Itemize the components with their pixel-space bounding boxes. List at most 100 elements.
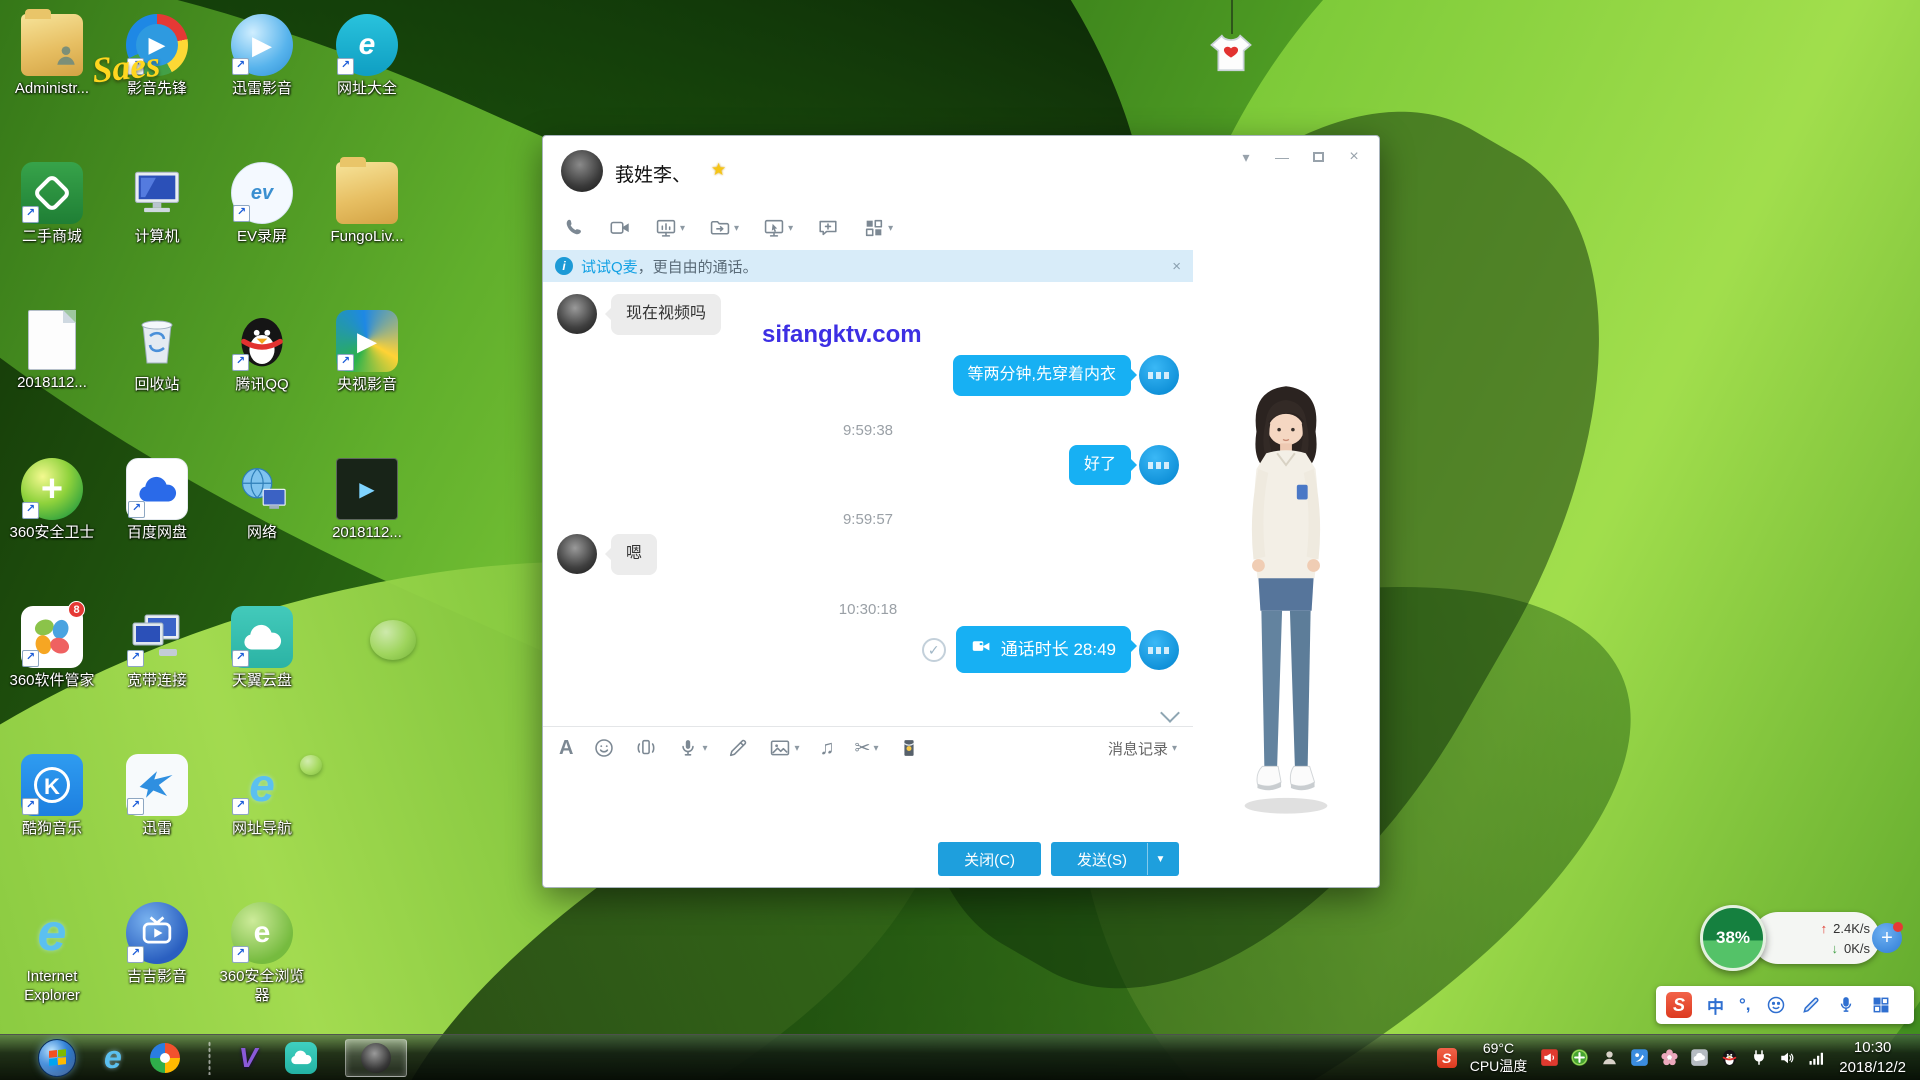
close-button[interactable]: 关闭(C)	[938, 842, 1041, 876]
desktop-icon-ershou-shangcheng[interactable]: 二手商城	[2, 162, 102, 247]
taskbar-active-chat-button[interactable]	[345, 1039, 407, 1077]
shake-icon[interactable]	[635, 737, 657, 759]
taskbar-clock[interactable]: 10:30 2018/12/2	[1839, 1038, 1910, 1077]
cpu-temp-label: CPU温度	[1470, 1058, 1528, 1076]
net-monitor-widget: ↑2.4K/s ↓0K/s 38% +	[1700, 905, 1900, 975]
invite-plus-icon[interactable]	[817, 217, 839, 239]
memory-ball[interactable]: 38%	[1700, 905, 1766, 971]
desktop-icon-label: 网络	[212, 524, 312, 543]
self-avatar[interactable]	[1139, 445, 1179, 485]
gray-cloud-icon[interactable]	[1690, 1048, 1709, 1067]
red-megaphone-icon[interactable]	[1540, 1048, 1559, 1067]
scroll-to-bottom-icon[interactable]	[1160, 703, 1180, 723]
peer-avatar[interactable]	[557, 294, 597, 334]
music-icon[interactable]: ♫	[820, 737, 835, 760]
desktop-icon-label: 百度网盘	[107, 524, 207, 543]
pink-flower-icon[interactable]	[1660, 1048, 1679, 1067]
shirt-string	[1231, 0, 1233, 34]
minimize-button[interactable]: —	[1267, 146, 1297, 168]
send-options-icon[interactable]: ▼	[1147, 843, 1173, 875]
screenshot-icon[interactable]: ✂▾	[855, 737, 879, 760]
desktop-icon-fungoliv[interactable]: FungoLiv...	[317, 162, 417, 247]
ime-pencil-icon[interactable]	[1801, 995, 1821, 1015]
ime-toolbox-icon[interactable]	[1871, 995, 1891, 1015]
desktop-icon-anquan-weishi[interactable]: +360安全卫士	[2, 458, 102, 543]
taskbar-sogou-browser-icon[interactable]	[150, 1043, 180, 1073]
power-plug-icon[interactable]	[1750, 1049, 1768, 1067]
tray-icons	[1540, 1048, 1826, 1067]
self-avatar[interactable]	[1139, 630, 1179, 670]
send-button[interactable]: 发送(S) ▼	[1051, 842, 1179, 876]
send-file-icon[interactable]: ▾	[709, 217, 739, 239]
font-icon[interactable]: A	[559, 737, 573, 760]
desktop-icon-wangluo[interactable]: 网络	[212, 458, 312, 543]
upload-arrow-icon: ↑	[1821, 921, 1828, 936]
desktop-icon-anquan-liulanqi[interactable]: e360安全浏览器	[212, 902, 312, 1006]
ime-mic-icon[interactable]	[1836, 995, 1856, 1015]
desktop-icon-tengxun-qq[interactable]: 腾讯QQ	[212, 310, 312, 395]
message-input[interactable]	[557, 769, 1179, 825]
desktop-icon-wangzhi-daquan[interactable]: e网址大全	[317, 14, 417, 99]
desktop-icon-huishouzhan[interactable]: 回收站	[107, 310, 207, 395]
emoticon-icon[interactable]	[593, 737, 615, 759]
maximize-button[interactable]	[1303, 146, 1333, 168]
self-avatar[interactable]	[1139, 355, 1179, 395]
call-record-bubble[interactable]: 通话时长 28:49	[956, 626, 1131, 673]
voice-call-icon[interactable]	[563, 217, 585, 239]
signal-bars-icon[interactable]	[1808, 1049, 1826, 1067]
handwrite-icon[interactable]	[727, 737, 749, 759]
apps-icon[interactable]: ▾	[863, 217, 893, 239]
clock-time: 10:30	[1839, 1038, 1906, 1058]
video-call-icon[interactable]	[609, 217, 631, 239]
send-label[interactable]: 发送(S)	[1057, 849, 1147, 870]
lang-zh-icon[interactable]: 中	[1707, 993, 1724, 1018]
green-360-icon[interactable]	[1570, 1048, 1589, 1067]
remote-desktop-icon[interactable]: ▾	[763, 217, 793, 239]
desktop-icon-jiji-yingyin[interactable]: 吉吉影音	[107, 902, 207, 987]
notice-close-icon[interactable]: ×	[1172, 258, 1181, 275]
qmai-link[interactable]: 试试Q麦	[581, 256, 638, 277]
speaker-icon[interactable]	[1779, 1049, 1797, 1067]
sogou-tray-icon[interactable]: S	[1437, 1048, 1457, 1068]
skin-dropdown-icon[interactable]: ▾	[1231, 146, 1261, 168]
image-icon[interactable]: ▾	[769, 737, 799, 759]
taskbar-ie-icon[interactable]: e	[104, 1039, 122, 1076]
desktop-icon-ruanjian-guanjia[interactable]: 8360软件管家	[2, 606, 102, 691]
message-history-button[interactable]: 消息记录▾	[1108, 738, 1177, 759]
desktop-icon-doc-2018112[interactable]: 2018112...	[2, 310, 102, 393]
ime-emoji-icon[interactable]	[1766, 995, 1786, 1015]
desktop-icon-tianyi-yunpan[interactable]: 天翼云盘	[212, 606, 312, 691]
start-button[interactable]	[38, 1039, 76, 1077]
voice-icon[interactable]: ▾	[677, 737, 707, 759]
desktop-icon-xunlei[interactable]: 迅雷	[107, 754, 207, 839]
titlebar[interactable]: 莪姓李、 ★ ▾ — ×	[543, 136, 1379, 206]
punctuation-icon[interactable]: °,	[1739, 995, 1751, 1015]
desktop-icon-wangzhi-daohang[interactable]: e网址导航	[212, 754, 312, 839]
desktop-icon-baidu-wangpan[interactable]: 百度网盘	[107, 458, 207, 543]
red-packet-icon[interactable]	[898, 737, 920, 759]
desktop-icon-kuandai-lianjie[interactable]: 宽带连接	[107, 606, 207, 691]
sogou-logo-icon[interactable]: S	[1666, 992, 1692, 1018]
gray-person-icon[interactable]	[1600, 1048, 1619, 1067]
taskbar-vplayer-icon[interactable]: V	[239, 1042, 258, 1074]
desktop-icon-internet-explorer[interactable]: eInternet Explorer	[2, 902, 102, 1006]
screen-share-icon[interactable]: ▾	[655, 217, 685, 239]
desktop-icon-video-2018112[interactable]: ▶2018112...	[317, 458, 417, 543]
videocam-icon	[971, 636, 992, 663]
qq-penguin-icon[interactable]	[1720, 1048, 1739, 1067]
delivered-check-icon: ✓	[922, 638, 946, 662]
desktop-icon-kugou-yinyue[interactable]: K酷狗音乐	[2, 754, 102, 839]
close-window-button[interactable]: ×	[1339, 146, 1369, 168]
desktop-icon-xunlei-yingyin[interactable]: ▶迅雷影音	[212, 14, 312, 99]
desktop-icon-ev-luping[interactable]: evEV录屏	[212, 162, 312, 247]
desktop-icon-yangshi-yingyin[interactable]: ▶央视影音	[317, 310, 417, 395]
desktop-icon-jisuanji[interactable]: 计算机	[107, 162, 207, 247]
peer-avatar-large[interactable]	[561, 150, 603, 192]
desktop-icon-yingyin-xianfeng[interactable]: ▶影音先锋	[107, 14, 207, 99]
accelerate-plus-button[interactable]: +	[1872, 923, 1902, 953]
blue-app-icon[interactable]	[1630, 1048, 1649, 1067]
taskbar: eV S 69°C CPU温度 10:30 2018/12/2	[0, 1034, 1920, 1080]
peer-avatar[interactable]	[557, 534, 597, 574]
desktop-icon-administrator[interactable]: Administr...	[2, 14, 102, 99]
taskbar-cloud-app-icon[interactable]	[285, 1042, 317, 1074]
